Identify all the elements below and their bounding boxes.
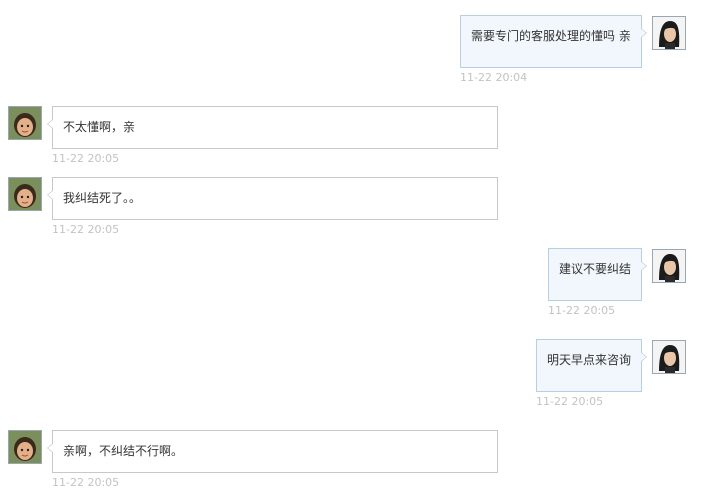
message-timestamp: 11-22 20:05: [52, 476, 120, 489]
message-timestamp: 11-22 20:05: [52, 152, 120, 165]
message-text: 建议不要纠结: [559, 262, 632, 276]
message-text: 不太懂啊，亲: [63, 120, 136, 134]
message-bubble: 我纠结死了。。: [47, 177, 498, 220]
user-avatar[interactable]: [8, 430, 42, 464]
message-bubble: 需要专门的客服处理的懂吗 亲: [460, 15, 647, 68]
user-avatar-image: [9, 178, 41, 210]
message-bubble: 建议不要纠结: [548, 248, 647, 301]
message-timestamp: 11-22 20:04: [460, 71, 528, 84]
agent-avatar[interactable]: [652, 340, 686, 374]
message-timestamp: 11-22 20:05: [536, 395, 604, 408]
message-timestamp: 11-22 20:05: [548, 304, 616, 317]
agent-avatar[interactable]: [652, 249, 686, 283]
agent-avatar[interactable]: [652, 16, 686, 50]
message-bubble: 不太懂啊，亲: [47, 106, 498, 149]
user-avatar-image: [9, 431, 41, 463]
agent-avatar-image: [653, 341, 685, 373]
message-bubble: 亲啊，不纠结不行啊。: [47, 430, 498, 473]
message-text: 亲啊，不纠结不行啊。: [63, 444, 184, 458]
user-avatar[interactable]: [8, 177, 42, 211]
message-timestamp: 11-22 20:05: [52, 223, 120, 236]
message-text: 需要专门的客服处理的懂吗 亲: [471, 29, 631, 43]
user-avatar-image: [9, 107, 41, 139]
message-bubble: 明天早点来咨询: [536, 339, 647, 392]
message-text: 明天早点来咨询: [547, 353, 632, 367]
chat-transcript: 需要专门的客服处理的懂吗 亲 11-22 20:04 不太懂啊，亲 11-22 …: [0, 0, 707, 490]
message-text: 我纠结死了。。: [63, 191, 142, 205]
agent-avatar-image: [653, 17, 685, 49]
user-avatar[interactable]: [8, 106, 42, 140]
agent-avatar-image: [653, 250, 685, 282]
